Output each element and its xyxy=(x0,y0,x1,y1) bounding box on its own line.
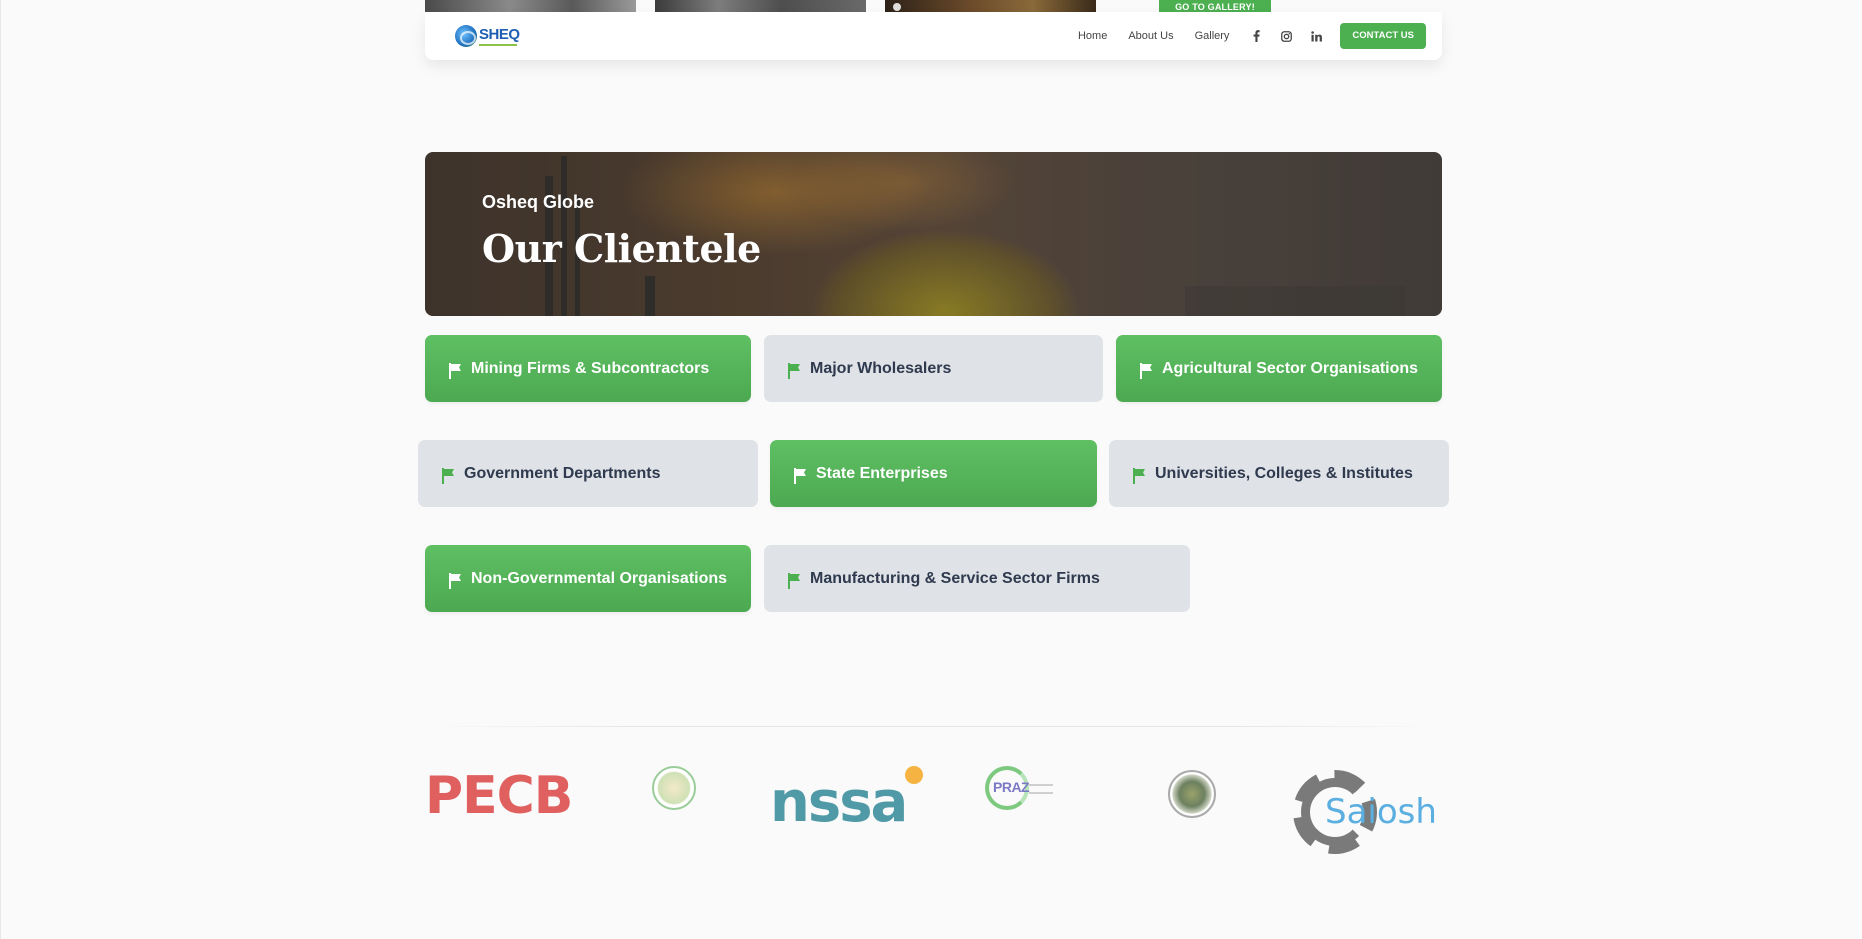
emblem-logo xyxy=(1168,770,1216,818)
logo-underline xyxy=(479,44,517,46)
flag-icon xyxy=(788,572,800,589)
facebook-icon[interactable] xyxy=(1250,30,1262,42)
nssa-logo-dot xyxy=(905,766,923,784)
page-left-edge xyxy=(0,0,1,939)
category-label: Non-Governmental Organisations xyxy=(471,569,728,587)
nav-home[interactable]: Home xyxy=(1078,30,1107,42)
category-card-government: Government Departments xyxy=(418,440,758,507)
flag-icon xyxy=(794,467,806,484)
flag-icon xyxy=(442,467,454,484)
category-label: Universities, Colleges & Institutes xyxy=(1155,464,1413,482)
pecb-logo: PECB xyxy=(425,766,573,826)
nav-about-us[interactable]: About Us xyxy=(1128,30,1173,42)
nav-gallery[interactable]: Gallery xyxy=(1195,30,1230,42)
category-card-state-enterprises: State Enterprises xyxy=(770,440,1097,507)
seal-logo xyxy=(652,766,696,810)
category-card-mining: Mining Firms & Subcontractors xyxy=(425,335,751,402)
category-card-wholesalers: Major Wholesalers xyxy=(764,335,1103,402)
flag-icon xyxy=(1133,467,1145,484)
category-card-agricultural: Agricultural Sector Organisations xyxy=(1116,335,1442,402)
hero-banner: Osheq Globe Our Clientele xyxy=(425,152,1442,316)
hero-subtitle: Osheq Globe xyxy=(482,192,595,212)
saiosh-logo-text: Saiosh xyxy=(1325,792,1437,832)
page-title: Our Clientele xyxy=(482,226,761,271)
category-card-manufacturing: Manufacturing & Service Sector Firms xyxy=(764,545,1190,612)
logo-text: SHEQ xyxy=(479,26,520,43)
praz-logo-lines xyxy=(1029,784,1053,794)
flag-icon xyxy=(449,362,461,379)
linkedin-icon[interactable] xyxy=(1310,30,1322,42)
category-label: Agricultural Sector Organisations xyxy=(1162,359,1419,377)
flag-icon xyxy=(449,572,461,589)
category-card-universities: Universities, Colleges & Institutes xyxy=(1109,440,1449,507)
nssa-logo: nssa xyxy=(770,770,908,835)
navbar: SHEQ Home About Us Gallery CONTACT US xyxy=(425,12,1442,60)
site-logo[interactable]: SHEQ xyxy=(455,23,520,49)
category-label: State Enterprises xyxy=(816,464,948,482)
category-label: Manufacturing & Service Sector Firms xyxy=(810,569,1100,587)
praz-logo: PRAZ xyxy=(985,766,1065,810)
client-logos-carousel: PECB nssa PRAZ Saiosh xyxy=(425,760,1442,860)
category-label: Mining Firms & Subcontractors xyxy=(471,359,710,377)
category-label: Government Departments xyxy=(464,464,661,482)
instagram-icon[interactable] xyxy=(1280,30,1292,42)
flag-icon xyxy=(788,362,800,379)
contact-us-button[interactable]: CONTACT US xyxy=(1340,23,1426,49)
category-label: Major Wholesalers xyxy=(810,359,952,377)
nav-links: Home About Us Gallery CONTACT US xyxy=(1078,12,1426,60)
flag-icon xyxy=(1140,362,1152,379)
globe-icon xyxy=(455,25,477,47)
play-icon xyxy=(893,3,901,11)
saiosh-logo: Saiosh xyxy=(1293,770,1443,856)
section-divider xyxy=(425,726,1442,727)
category-card-ngo: Non-Governmental Organisations xyxy=(425,545,751,612)
praz-logo-text: PRAZ xyxy=(993,779,1030,795)
